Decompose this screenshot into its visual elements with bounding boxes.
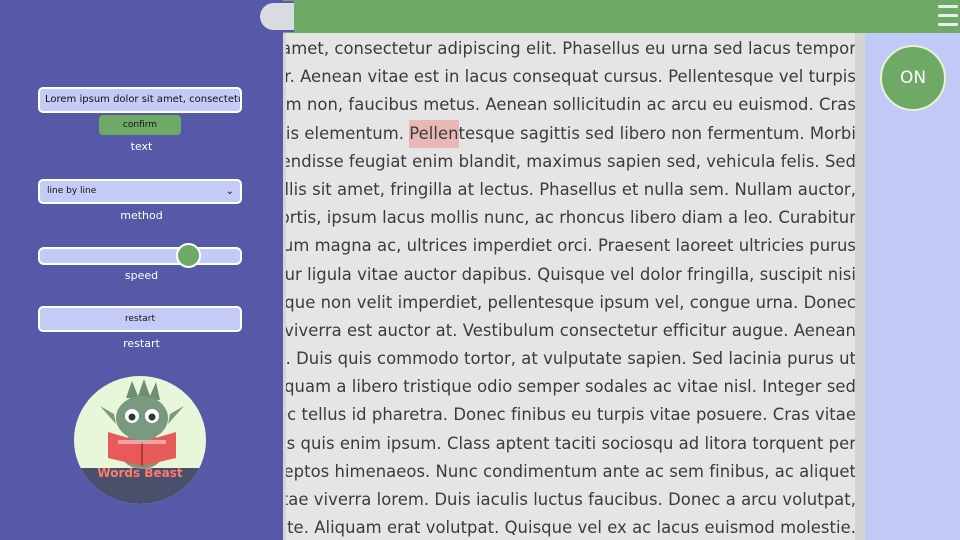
restart-button[interactable]: restart: [38, 306, 242, 332]
line-text: la ante. Aliquam erat volutpat. Quisque …: [283, 518, 856, 538]
reading-line: diam non, faucibus metus. Aenean sollici…: [283, 91, 856, 119]
on-toggle-button[interactable]: ON: [880, 45, 946, 111]
line-text: obortis, ipsum lacus mollis nunc, ac rho…: [283, 208, 856, 228]
line-text: tesque sagittis sed libero non fermentum…: [458, 123, 856, 143]
line-text: arius. Duis quis commodo tortor, at vulp…: [283, 349, 856, 369]
line-text: pendisse feugiat enim blandit, maximus s…: [283, 151, 856, 171]
line-text: diam non, faucibus metus. Aenean sollici…: [283, 95, 856, 115]
line-text: um magna ac, ultrices imperdiet orci. Pr…: [283, 236, 856, 256]
line-text: m vitae viverra lorem. Duis iaculis luct…: [283, 490, 856, 509]
chevron-down-icon: ⌄: [225, 186, 234, 197]
reading-line: la ante. Aliquam erat volutpat. Quisque …: [283, 514, 856, 540]
logo-text: Words Beast: [97, 466, 183, 480]
reading-line: nceptos himenaeos. Nunc condimentum ante…: [283, 458, 856, 486]
reading-line: c mollis sit amet, fringilla at lectus. …: [283, 176, 856, 204]
sidebar-toggle-tab[interactable]: [258, 1, 294, 32]
reading-line: arius. Duis quis commodo tortor, at vulp…: [283, 345, 856, 373]
method-select[interactable]: line by line ⌄: [38, 179, 242, 204]
hamburger-menu-icon[interactable]: [938, 5, 958, 29]
reading-line: or. Aenean vitae est in lacus consequat …: [283, 63, 856, 91]
speed-slider-track[interactable]: [38, 247, 242, 265]
text-input[interactable]: Lorem ipsum dolor sit amet, consectetur …: [38, 87, 242, 113]
reader-scrollbar[interactable]: [855, 33, 865, 540]
reading-line: um magna ac, ultrices imperdiet orci. Pr…: [283, 232, 856, 260]
reading-line: efficitur ligula vitae auctor dapibus. Q…: [283, 261, 856, 289]
reading-pane: amet, consectetur adipiscing elit. Phase…: [283, 33, 865, 540]
line-text: amet, consectetur adipiscing elit. Phase…: [283, 39, 856, 58]
line-text: d viverra est auctor at. Vestibulum cons…: [283, 320, 856, 340]
line-text: efficitur ligula vitae auctor dapibus. Q…: [283, 264, 856, 284]
reading-line: d viverra est auctor at. Vestibulum cons…: [283, 317, 856, 345]
line-text: llus quis enim ipsum. Class aptent tacit…: [283, 433, 856, 453]
line-text: hollis elementum.: [283, 123, 405, 143]
reading-line: obortis, ipsum lacus mollis nunc, ac rho…: [283, 204, 856, 232]
line-text: or. Aenean vitae est in lacus consequat …: [283, 67, 856, 87]
line-text: c mollis sit amet, fringilla at lectus. …: [283, 179, 856, 199]
reading-line: m vitae viverra lorem. Duis iaculis luct…: [283, 486, 856, 514]
line-text: nceptos himenaeos. Nunc condimentum ante…: [283, 461, 856, 481]
speed-label: speed: [124, 269, 159, 282]
reading-line: ique non velit imperdiet, pellentesque i…: [283, 289, 856, 317]
control-sidebar: Lorem ipsum dolor sit amet, consectetur …: [0, 0, 283, 540]
method-label: method: [120, 209, 163, 222]
line-text: nec tellus id pharetra. Donec finibus eu…: [283, 405, 856, 425]
line-text: liquam a libero tristique odio semper so…: [283, 377, 856, 397]
reading-line: liquam a libero tristique odio semper so…: [283, 373, 856, 401]
method-value: line by line: [47, 186, 97, 196]
top-bar: [283, 0, 960, 33]
words-beast-logo: Words Beast: [74, 376, 206, 504]
reading-line: pendisse feugiat enim blandit, maximus s…: [283, 148, 856, 176]
text-label: text: [130, 140, 153, 153]
reading-line: amet, consectetur adipiscing elit. Phase…: [283, 35, 856, 63]
line-text: ique non velit imperdiet, pellentesque i…: [283, 292, 856, 312]
beast-mascot-icon: [74, 379, 206, 504]
reading-line: hollis elementum. Pellentesque sagittis …: [283, 119, 856, 148]
restart-label: restart: [123, 337, 160, 350]
reading-text: amet, consectetur adipiscing elit. Phase…: [283, 35, 856, 540]
reading-line: llus quis enim ipsum. Class aptent tacit…: [283, 430, 856, 458]
highlighted-word: Pellen: [409, 119, 459, 148]
reading-line: nec tellus id pharetra. Donec finibus eu…: [283, 401, 856, 429]
confirm-button[interactable]: confirm: [99, 115, 181, 135]
